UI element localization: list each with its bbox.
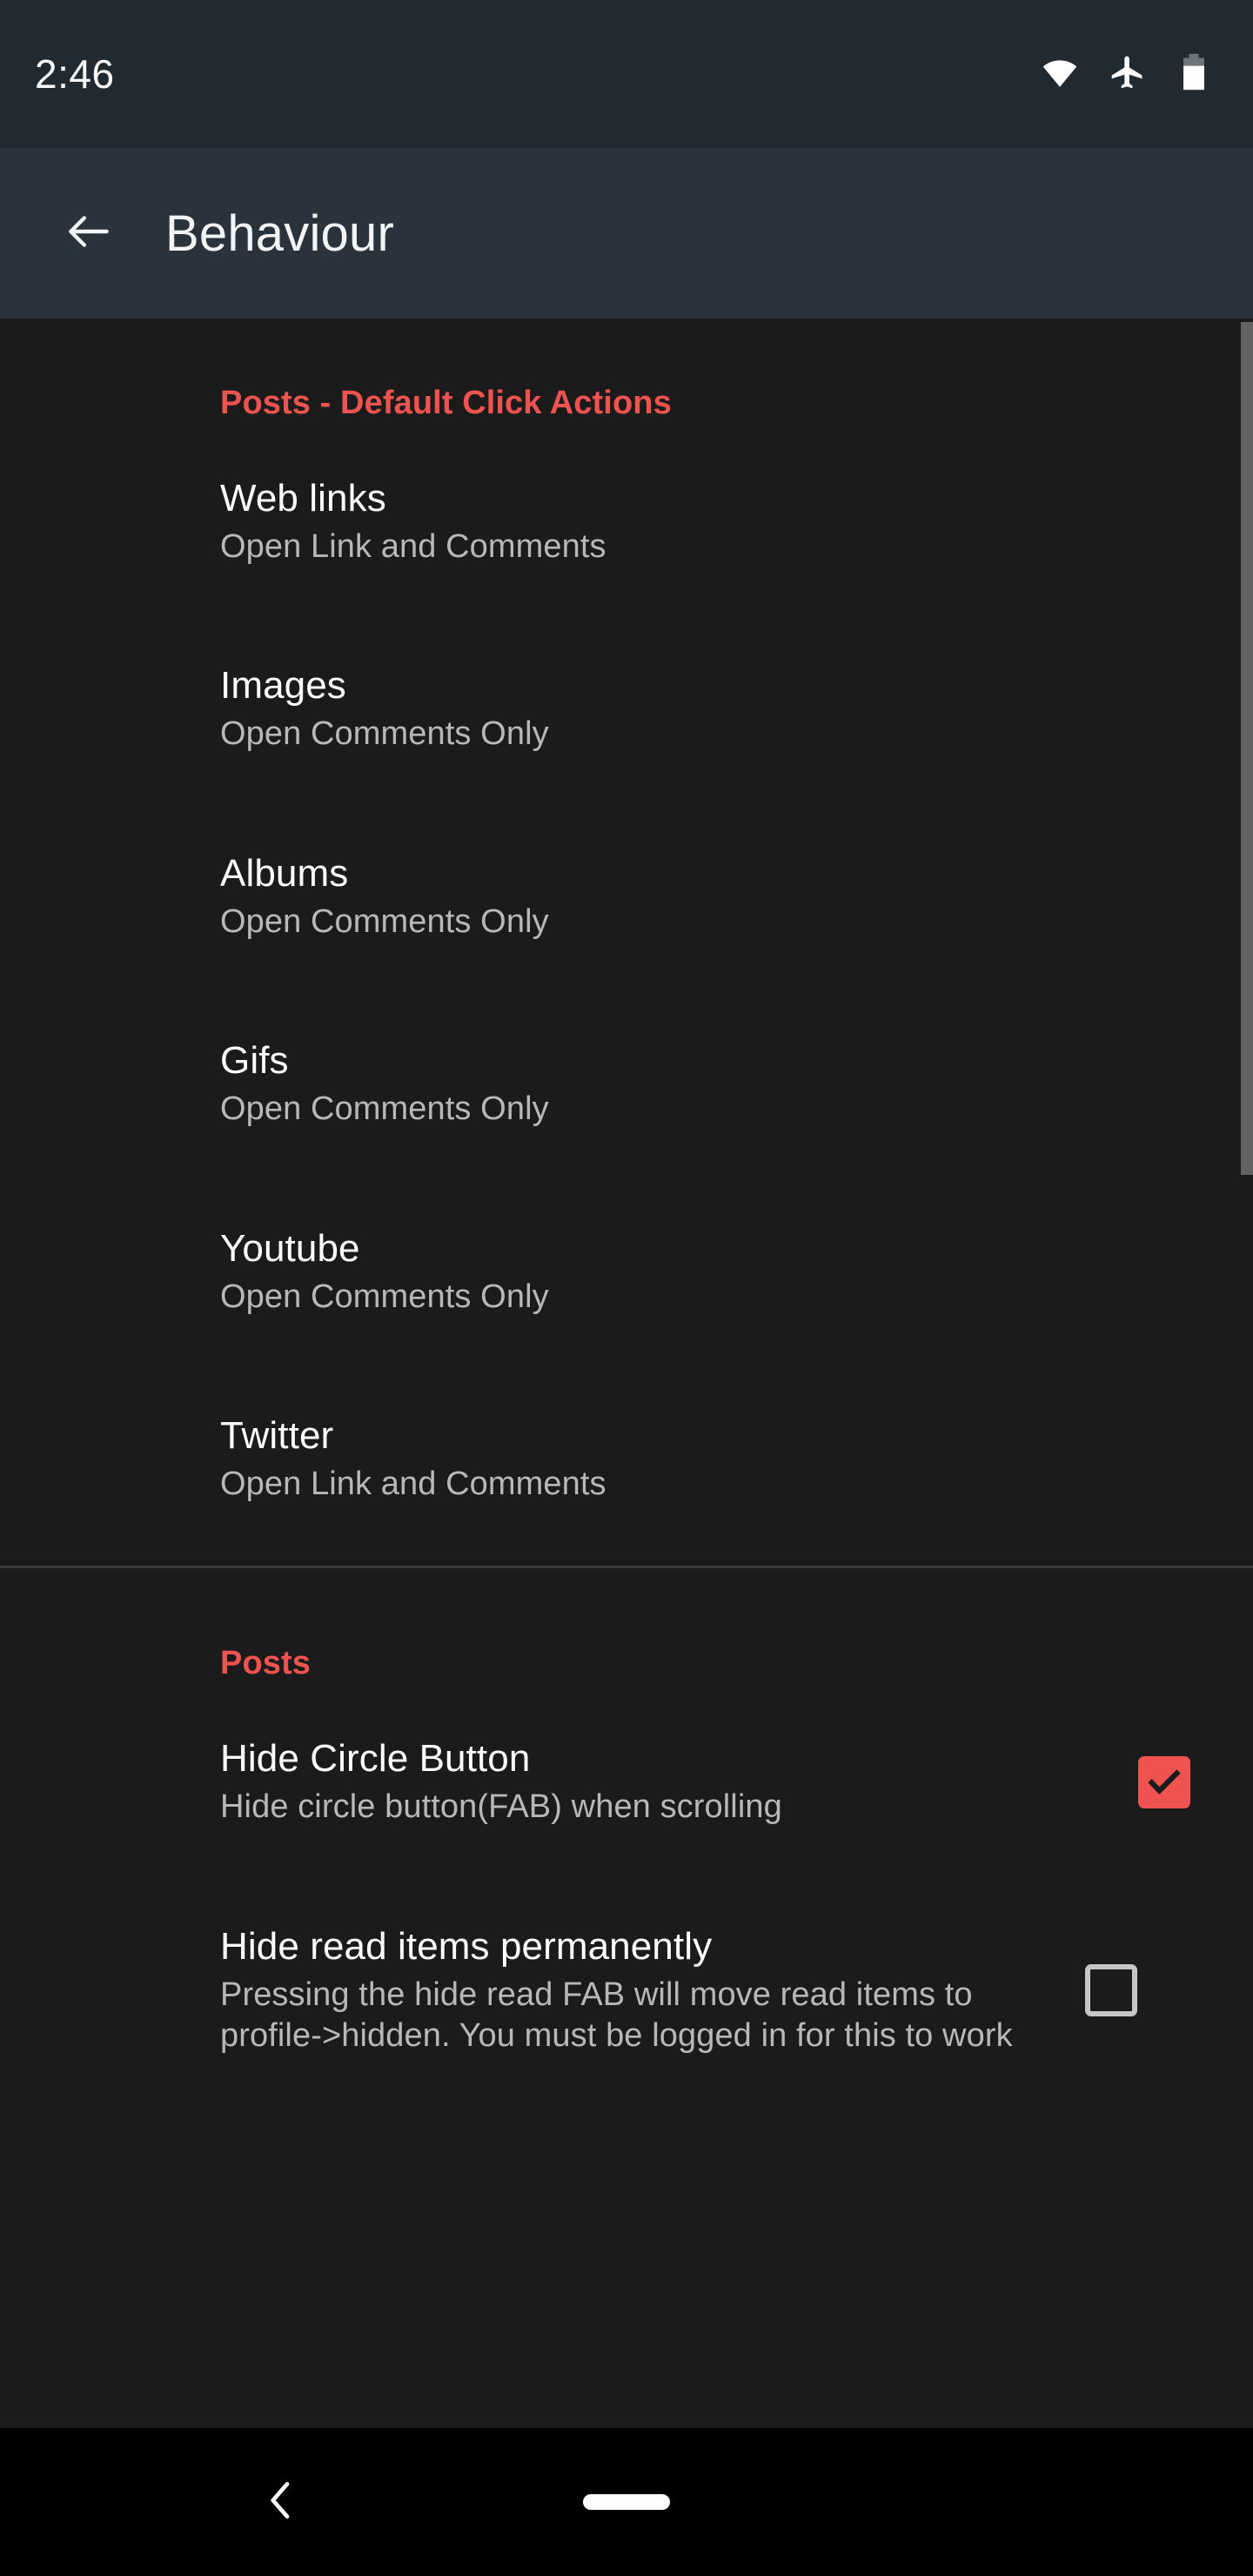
nav-back-button[interactable] [242, 2463, 320, 2541]
settings-list: Posts - Default Click Actions Web links … [0, 319, 1253, 2179]
pref-text: Images Open Comments Only [220, 663, 1201, 755]
pref-summary: Open Comments Only [220, 1090, 549, 1128]
pref-summary: Hide circle button(FAB) when scrolling [220, 1788, 782, 1826]
pref-row-images[interactable]: Images Open Comments Only [0, 663, 1253, 755]
pref-summary: Open Comments Only [220, 715, 549, 753]
pref-summary: Open Comments Only [220, 1278, 549, 1315]
chevron-back-icon [257, 2476, 305, 2529]
list-bottom-spacer [0, 2057, 1253, 2179]
pref-title: Hide Circle Button [220, 1737, 531, 1781]
back-button[interactable] [37, 181, 141, 285]
pref-title: Web links [220, 477, 386, 520]
checkbox-hide-read-items-permanently[interactable] [1085, 1964, 1137, 2017]
pref-row-youtube[interactable]: Youtube Open Comments Only [0, 1226, 1253, 1318]
pref-text: Twitter Open Link and Comments [220, 1413, 1201, 1505]
pref-row-hide-circle-button[interactable]: Hide Circle Button Hide circle button(FA… [0, 1736, 1253, 1828]
settings-scroll-container[interactable]: Posts - Default Click Actions Web links … [0, 319, 1253, 2428]
battery-icon [1176, 53, 1211, 96]
pref-text: Youtube Open Comments Only [220, 1226, 1201, 1318]
vertical-scrollbar-thumb[interactable] [1241, 322, 1253, 1175]
pref-title: Twitter [220, 1414, 334, 1458]
app-screen: 2:46 Behaviour Posts - Default Click Act… [0, 0, 1253, 2576]
status-bar-clock: 2:46 [35, 51, 115, 97]
app-toolbar: Behaviour [0, 148, 1253, 319]
arrow-back-icon [62, 205, 116, 263]
pref-title: Images [220, 664, 346, 708]
pref-text: Hide Circle Button Hide circle button(FA… [220, 1736, 1109, 1828]
pref-title: Gifs [220, 1039, 289, 1083]
section-posts: Posts Hide Circle Button Hide circle but… [0, 1568, 1253, 2056]
pref-row-web-links[interactable]: Web links Open Link and Comments [0, 476, 1253, 567]
airplane-mode-icon [1109, 53, 1147, 96]
status-bar-icons [1041, 53, 1211, 96]
pref-row-twitter[interactable]: Twitter Open Link and Comments [0, 1413, 1253, 1505]
nav-home-pill[interactable] [583, 2494, 670, 2510]
wifi-icon [1041, 53, 1079, 96]
page-title: Behaviour [165, 205, 394, 262]
pref-text: Gifs Open Comments Only [220, 1038, 1201, 1130]
pref-text: Web links Open Link and Comments [220, 476, 1201, 567]
system-navigation-bar [0, 2428, 1253, 2576]
pref-title: Hide read items permanently [220, 1924, 713, 1968]
pref-summary: Pressing the hide read FAB will move rea… [220, 1976, 1013, 2055]
pref-summary: Open Link and Comments [220, 1465, 606, 1502]
pref-text: Albums Open Comments Only [220, 851, 1201, 943]
pref-title: Youtube [220, 1226, 360, 1270]
status-bar: 2:46 [0, 0, 1253, 148]
pref-row-hide-read-items-permanently[interactable]: Hide read items permanently Pressing the… [0, 1924, 1253, 2057]
pref-text: Hide read items permanently Pressing the… [220, 1924, 1055, 2057]
checkbox-hide-circle-button[interactable] [1138, 1756, 1190, 1809]
section-posts-default-click-actions: Posts - Default Click Actions Web links … [0, 319, 1253, 1505]
checkmark-icon [1148, 1769, 1181, 1795]
section-header-posts: Posts [220, 1645, 311, 1682]
pref-summary: Open Comments Only [220, 902, 549, 940]
pref-row-albums[interactable]: Albums Open Comments Only [0, 851, 1253, 943]
section-header-posts-default-click-actions: Posts - Default Click Actions [220, 385, 672, 421]
pref-summary: Open Link and Comments [220, 527, 606, 565]
pref-row-gifs[interactable]: Gifs Open Comments Only [0, 1038, 1253, 1130]
pref-title: Albums [220, 851, 349, 895]
